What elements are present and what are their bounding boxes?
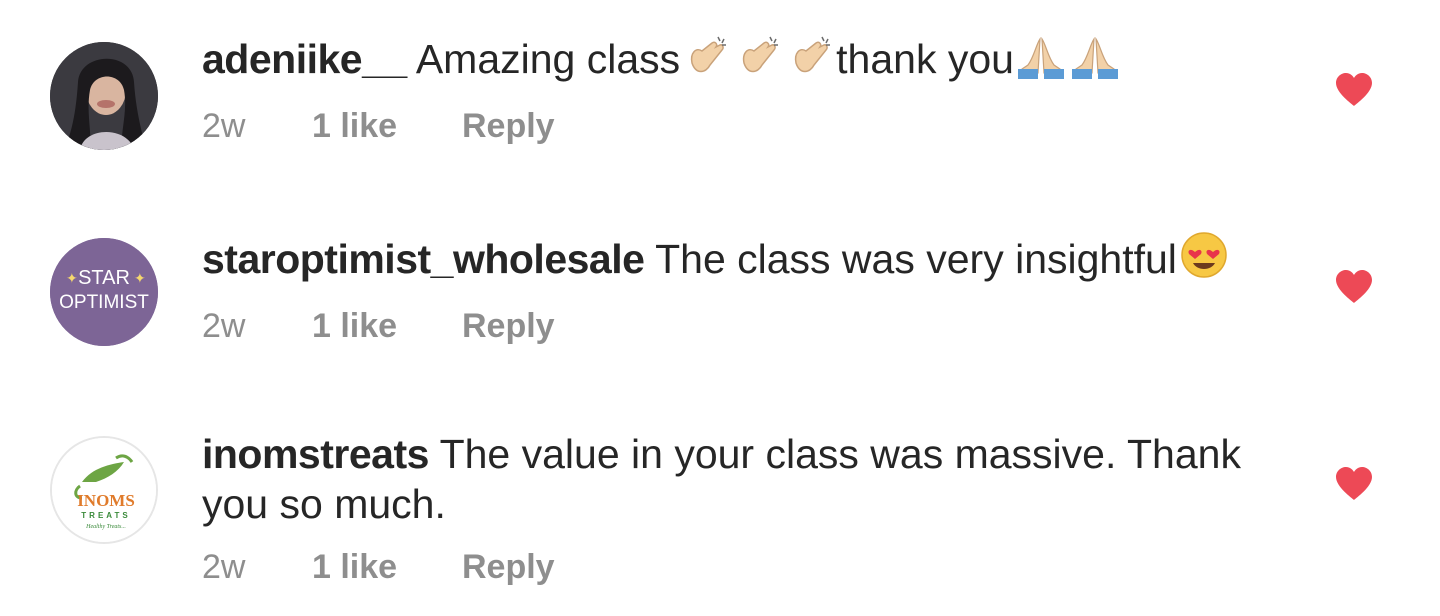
comment-message: The class was very insightful — [655, 236, 1177, 282]
reply-button[interactable]: Reply — [462, 545, 555, 589]
comment-meta: 2w 1 like Reply — [202, 104, 1282, 148]
avatar[interactable]: STAR ✦ ✦ OPTIMIST — [50, 238, 158, 346]
like-heart-icon[interactable] — [1334, 72, 1374, 108]
comment-likes-count[interactable]: 1 like — [312, 545, 462, 589]
avatar-text-bottom: OPTIMIST — [59, 292, 149, 313]
like-heart-icon[interactable] — [1334, 466, 1374, 502]
reply-button[interactable]: Reply — [462, 304, 555, 348]
folded-hands-icon — [1070, 35, 1120, 90]
comment-message: Amazing class — [415, 36, 681, 82]
heart-eyes-icon — [1179, 231, 1229, 290]
avatar-text-top: INOMS — [77, 491, 135, 510]
clapping-hands-icon — [786, 35, 834, 90]
comment-text: inomstreats The value in your class was … — [202, 429, 1292, 529]
comment-body: adeniike__ Amazing class thank you 2w 1 l… — [202, 34, 1282, 148]
comment-timestamp: 2w — [202, 107, 246, 145]
comment-body: staroptimist_wholesale The class was ver… — [202, 231, 1282, 348]
comment-likes-count[interactable]: 1 like — [312, 104, 462, 148]
comment-username[interactable]: staroptimist_wholesale — [202, 236, 645, 282]
comment-username[interactable]: adeniike__ — [202, 36, 407, 82]
comment-text: staroptimist_wholesale The class was ver… — [202, 231, 1282, 290]
avatar-logo: STAR ✦ ✦ OPTIMIST — [50, 238, 158, 346]
folded-hands-icon — [1016, 35, 1066, 90]
avatar-text-mid: TREATS — [81, 511, 130, 520]
comment-likes-count[interactable]: 1 like — [312, 304, 462, 348]
comment-message-end: thank you — [836, 36, 1014, 82]
avatar[interactable]: INOMS TREATS Healthy Treats... — [50, 436, 158, 544]
comment-meta: 2w 1 like Reply — [202, 545, 1282, 589]
avatar-text-bottom: Healthy Treats... — [85, 524, 126, 530]
avatar-photo — [50, 42, 158, 150]
avatar-text-top: STAR — [78, 267, 130, 289]
clapping-hands-icon — [682, 35, 730, 90]
comment-text: adeniike__ Amazing class thank you — [202, 34, 1282, 90]
comment-body: inomstreats The value in your class was … — [202, 429, 1282, 589]
clapping-hands-icon — [734, 35, 782, 90]
like-heart-icon[interactable] — [1334, 269, 1374, 305]
reply-button[interactable]: Reply — [462, 104, 555, 148]
svg-text:✦: ✦ — [134, 270, 146, 286]
svg-text:✦: ✦ — [66, 270, 78, 286]
comment-username[interactable]: inomstreats — [202, 431, 429, 477]
comment-timestamp: 2w — [202, 548, 246, 586]
comment-meta: 2w 1 like Reply — [202, 304, 1282, 348]
comment-timestamp: 2w — [202, 307, 246, 345]
avatar-logo: INOMS TREATS Healthy Treats... — [52, 438, 156, 542]
avatar[interactable] — [50, 42, 158, 150]
